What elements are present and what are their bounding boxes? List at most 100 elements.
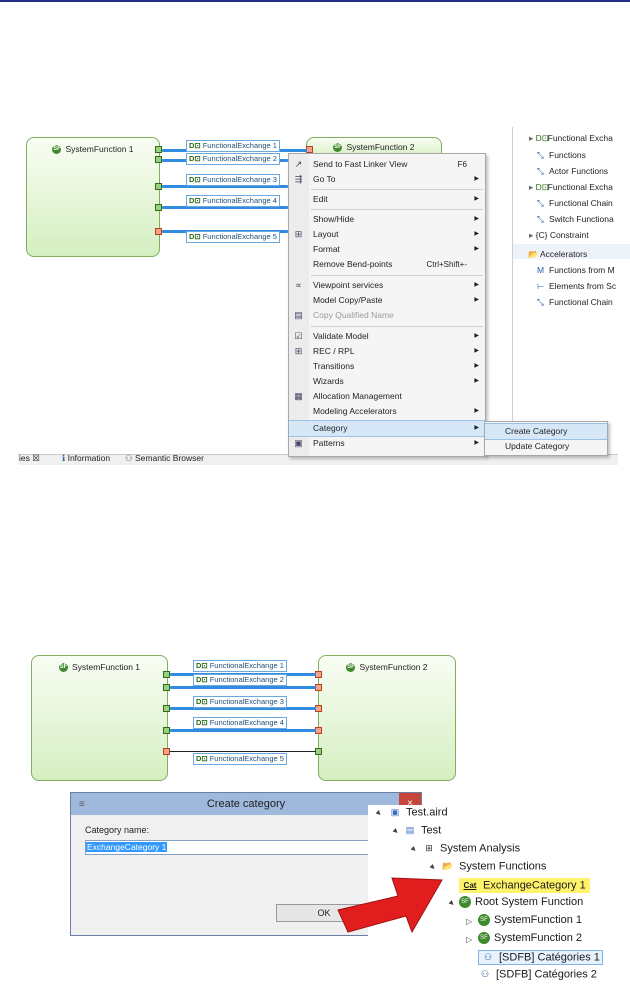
menu-item-validate-model[interactable]: ☑ Validate Model ▶	[289, 329, 485, 344]
output-port[interactable]	[155, 204, 162, 211]
tree-node[interactable]: ▤ Test	[403, 824, 441, 837]
menu-item-copy-qualified-name[interactable]: ▤ Copy Qualified Name	[289, 308, 485, 323]
function-2-label: SystemFunction 2	[346, 142, 415, 152]
update-category-item[interactable]: Update Category	[485, 439, 607, 454]
tree-node[interactable]: ⊞ System Analysis	[422, 842, 520, 855]
tree-node[interactable]: ⚇ [SDFB] Catégories 1	[478, 950, 603, 965]
menu-item-show-hide[interactable]: Show/Hide ▶	[289, 212, 485, 227]
palette-item[interactable]: ⊢ Elements from Sc	[537, 281, 616, 292]
palette-item[interactable]: ▸ {C} Constraint	[529, 230, 589, 241]
exchange-label[interactable]: D⊡ FunctionalExchange 4	[186, 195, 280, 207]
exchange-link[interactable]	[170, 686, 316, 689]
palette-item[interactable]: 📂Accelerators	[528, 249, 587, 260]
menu-item-patterns[interactable]: ▣ Patterns ▶	[289, 436, 485, 451]
exchange-label[interactable]: D⊡ FunctionalExchange 1	[193, 660, 287, 672]
menu-item-model-copy-paste[interactable]: Model Copy/Paste ▶	[289, 293, 485, 308]
input-port[interactable]	[315, 727, 322, 734]
exchange-label[interactable]: D⊡ FunctionalExchange 1	[186, 140, 280, 152]
menu-item-send-to-fast-linker-view[interactable]: ↗ Send to Fast Linker View F6	[289, 157, 485, 172]
menu-item-layout[interactable]: ⊞ Layout ▶	[289, 227, 485, 242]
exchange-link[interactable]	[170, 729, 316, 732]
menu-item-label: Category	[313, 423, 348, 433]
exchange-link[interactable]	[170, 751, 316, 752]
exchange-label[interactable]: D⊡ FunctionalExchange 3	[186, 174, 280, 186]
exchange-label[interactable]: D⊡ FunctionalExchange 4	[193, 717, 287, 729]
menu-item-remove-bend-points[interactable]: Remove Bend-points Ctrl+Shift+-	[289, 257, 485, 272]
tree-node[interactable]: 📂 System Functions	[441, 860, 546, 873]
exchange-label[interactable]: D⊡ FunctionalExchange 5	[193, 753, 287, 765]
menu-separator	[311, 275, 483, 276]
expand-toggle-icon[interactable]: ▷	[466, 935, 472, 944]
exchange-label[interactable]: D⊡ FunctionalExchange 2	[186, 153, 280, 165]
menu-item-edit[interactable]: Edit ▶	[289, 192, 485, 207]
tree-node[interactable]: ⚇ [SDFB] Catégories 2	[478, 968, 597, 981]
palette-item[interactable]: ▸ D⊡Functional Excha	[529, 182, 613, 193]
output-port[interactable]	[163, 727, 170, 734]
palette-item[interactable]: ⤡ Functional Chain	[537, 297, 613, 308]
input-port[interactable]	[306, 146, 313, 153]
expand-icon[interactable]: ▸	[529, 230, 536, 240]
output-port[interactable]	[155, 183, 162, 190]
palette-item[interactable]: ⤡ Functions	[537, 150, 586, 161]
expand-icon[interactable]: ▸	[529, 182, 536, 192]
exchange-label[interactable]: D⊡ FunctionalExchange 2	[193, 674, 287, 686]
function-icon: ⤡	[537, 150, 544, 160]
system-function-1-box[interactable]: SF SystemFunction 1	[31, 655, 168, 781]
tree-node[interactable]: SF SystemFunction 1	[478, 914, 582, 927]
expand-toggle-icon[interactable]: ▷	[466, 917, 472, 926]
output-port[interactable]	[155, 146, 162, 153]
input-port[interactable]	[315, 671, 322, 678]
output-port[interactable]	[155, 156, 162, 163]
palette-item-label: Elements from Sc	[549, 281, 617, 291]
menu-item-rec-rpl[interactable]: ⊞ REC / RPL ▶	[289, 344, 485, 359]
output-port[interactable]	[163, 684, 170, 691]
menu-item-viewpoint-services[interactable]: ∝ Viewpoint services ▶	[289, 278, 485, 293]
menu-item-format[interactable]: Format ▶	[289, 242, 485, 257]
chain-icon: ⤡	[537, 297, 544, 307]
tree-node-label: Test.aird	[406, 806, 448, 819]
input-port[interactable]	[315, 684, 322, 691]
menu-item-transitions[interactable]: Transitions ▶	[289, 359, 485, 374]
palette-item-label: Functional Excha	[547, 182, 613, 192]
tree-node-label: [SDFB] Catégories 1	[499, 951, 600, 964]
output-port[interactable]	[163, 705, 170, 712]
submenu-arrow-icon: ▶	[474, 363, 479, 369]
tree-node[interactable]: SF Root System Function	[459, 896, 583, 909]
tree-node-label: [SDFB] Catégories 2	[496, 968, 597, 981]
system-function-1-box[interactable]: SF SystemFunction 1	[26, 137, 160, 257]
tree-node[interactable]: ▣ Test.aird	[388, 806, 448, 819]
tree-node-label: System Analysis	[440, 842, 521, 855]
tab-semantic-browser[interactable]: ⚇ Semantic Browser	[125, 453, 204, 464]
exchange-label[interactable]: D⊡ FunctionalExchange 3	[193, 696, 287, 708]
input-port[interactable]	[155, 228, 162, 235]
output-port[interactable]	[163, 671, 170, 678]
system-function-2-box[interactable]: SF SystemFunction 2	[318, 655, 456, 781]
palette-item[interactable]: ⤡ Switch Functiona	[537, 214, 614, 225]
menu-item-label: Transitions	[313, 361, 355, 371]
expand-icon[interactable]: ▸	[529, 133, 536, 143]
menu-item-label: Layout	[313, 229, 339, 239]
menu-item-wizards[interactable]: Wizards ▶	[289, 374, 485, 389]
submenu-arrow-icon: ▶	[474, 176, 479, 182]
create-category-item[interactable]: Create Category	[485, 423, 607, 440]
menu-item-category[interactable]: Category ▶	[289, 420, 485, 437]
tree-node[interactable]: SF SystemFunction 2	[478, 932, 582, 945]
switch-icon: ⤡	[537, 214, 544, 224]
menu-item-go-to[interactable]: ⇶ Go To ▶	[289, 172, 485, 187]
output-port[interactable]	[315, 748, 322, 755]
tab-properties[interactable]: ies ☒	[19, 453, 40, 464]
palette-item[interactable]: M Functions from M	[537, 265, 615, 275]
palette-item[interactable]: ▸ D⊡Functional Excha	[529, 133, 613, 144]
menu-item-modeling-accelerators[interactable]: Modeling Accelerators ▶	[289, 404, 485, 419]
tab-information[interactable]: ℹ Information	[62, 453, 110, 464]
input-port[interactable]	[163, 748, 170, 755]
menu-separator	[311, 326, 483, 327]
palette-item[interactable]: ⤡ Actor Functions	[537, 166, 608, 177]
palette-item[interactable]: ⤡ Functional Chain	[537, 198, 613, 209]
input-port[interactable]	[315, 705, 322, 712]
exchange-label[interactable]: D⊡ FunctionalExchange 5	[186, 231, 280, 243]
tree-node[interactable]: Cat ExchangeCategory 1	[459, 878, 590, 893]
panel-divider	[512, 127, 513, 457]
menu-item-label: Viewpoint services	[313, 280, 384, 290]
menu-item-allocation-management[interactable]: ▦ Allocation Management	[289, 389, 485, 404]
